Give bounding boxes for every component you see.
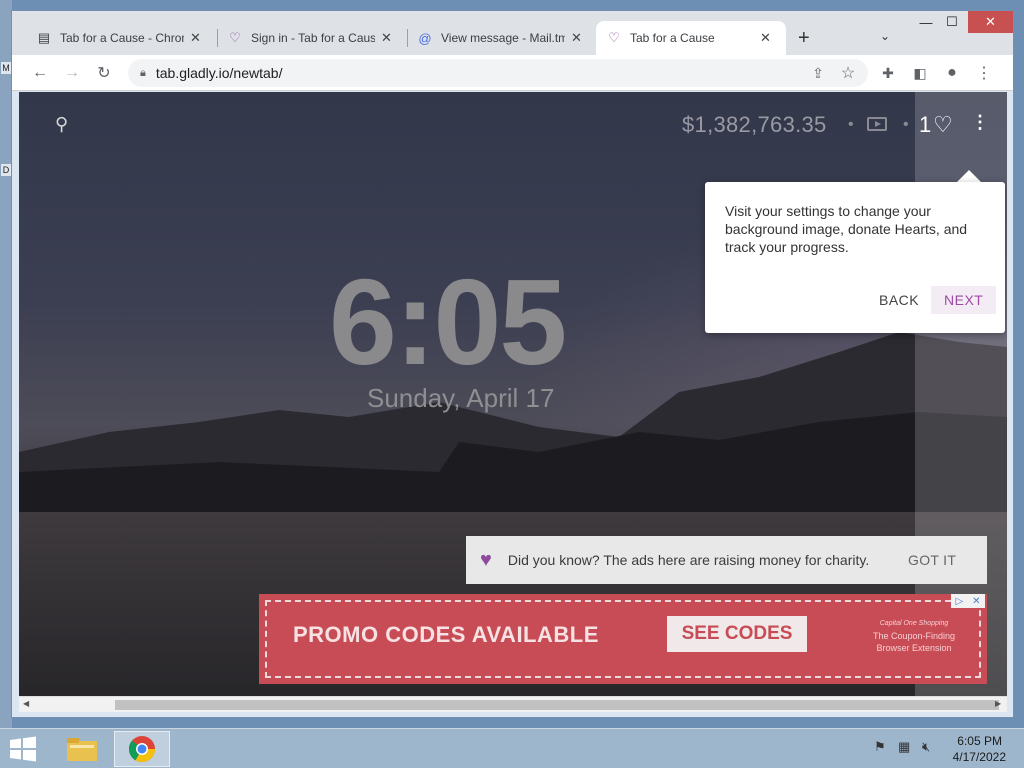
profile-avatar-icon[interactable]: ●: [942, 63, 962, 83]
taskbar-clock-time[interactable]: 6:05 PM: [956, 734, 1002, 748]
tab-close-icon[interactable]: ✕: [381, 30, 392, 46]
tab-for-a-cause-favicon-icon: ♡: [608, 30, 620, 45]
browser-toolbar: ← → ↻ 🔒︎ tab.gladly.io/newtab/ ⇪ ☆ ✚ ◧ ●…: [12, 55, 1013, 91]
forward-arrow-icon[interactable]: →: [62, 63, 82, 83]
ad-brand-block[interactable]: Capital One Shopping The Coupon-Finding …: [869, 618, 959, 654]
tab-close-icon[interactable]: ✕: [190, 30, 201, 46]
separator-dot: •: [848, 116, 854, 133]
extensions-puzzle-icon[interactable]: ✚: [878, 63, 898, 83]
settings-menu-icon[interactable]: ⋮: [971, 112, 989, 133]
share-icon[interactable]: ⇪: [808, 63, 828, 83]
network-icon[interactable]: ▦: [898, 739, 910, 755]
heart-filled-icon: ♥: [480, 548, 492, 571]
tab-view-message[interactable]: @ View message - Mail.tm ✕: [407, 21, 592, 55]
ad-tagline: The Coupon-Finding Browser Extension: [872, 631, 956, 653]
tab-close-icon[interactable]: ✕: [571, 30, 582, 46]
money-raised-counter[interactable]: $1,382,763.35: [682, 112, 827, 138]
ad-choices-icon[interactable]: ▷ ✕: [951, 594, 985, 608]
horizontal-scrollbar[interactable]: ◀ ▶: [19, 696, 1007, 712]
side-panel-icon[interactable]: ◧: [910, 63, 930, 83]
tab-title: Tab for a Cause - Chrom: [60, 31, 184, 45]
clock-date: Sunday, April 17: [367, 383, 555, 413]
charity-notice-banner: ♥ Did you know? The ads here are raising…: [466, 536, 987, 584]
new-tab-button[interactable]: +: [798, 27, 810, 50]
browser-window: ▤ Tab for a Cause - Chrom ✕ ♡ Sign in - …: [11, 10, 1014, 718]
clock-time: 6:05: [329, 254, 567, 390]
mail-at-favicon-icon: @: [418, 30, 432, 46]
minimize-button[interactable]: —: [912, 11, 940, 33]
page-viewport: ⚲ $1,382,763.35 • • 1 ♡ ⋮ 6:05 Sunday, A…: [19, 92, 1007, 696]
tooltip-back-button[interactable]: BACK: [867, 286, 931, 314]
advertisement-banner[interactable]: PROMO CODES AVAILABLE SEE CODES Capital …: [259, 594, 987, 684]
tab-close-icon[interactable]: ✕: [760, 30, 771, 46]
tab-title: Sign in - Tab for a Caus: [251, 31, 375, 45]
chrome-taskbar-icon[interactable]: [114, 731, 170, 767]
heart-icon[interactable]: ♡: [933, 112, 953, 138]
scroll-right-arrow-icon[interactable]: ▶: [995, 699, 1001, 708]
got-it-button[interactable]: GOT IT: [908, 552, 956, 568]
notice-text: Did you know? The ads here are raising m…: [507, 552, 870, 568]
maximize-button[interactable]: ☐: [938, 11, 966, 33]
bookmark-star-icon[interactable]: ☆: [838, 63, 858, 83]
tooltip-next-button[interactable]: NEXT: [931, 286, 997, 314]
scrollbar-thumb[interactable]: [115, 700, 999, 710]
search-icon[interactable]: ⚲: [55, 114, 68, 135]
windows-start-icon[interactable]: [8, 735, 38, 763]
action-center-flag-icon[interactable]: ⚑: [874, 739, 886, 755]
url-text: tab.gladly.io/newtab/: [155, 65, 283, 81]
tab-tab-for-a-cause-chrome[interactable]: ▤ Tab for a Cause - Chrom ✕: [26, 21, 211, 55]
video-icon[interactable]: [867, 117, 887, 131]
file-explorer-folder-icon[interactable]: [54, 731, 110, 767]
chrome-menu-icon[interactable]: ⋮: [974, 63, 994, 83]
address-bar[interactable]: 🔒︎ tab.gladly.io/newtab/: [128, 59, 868, 87]
desktop-icon-label[interactable]: D: [1, 164, 11, 176]
volume-muted-icon[interactable]: 🔇︎: [922, 739, 930, 755]
tab-title: Tab for a Cause: [630, 31, 715, 45]
tab-sign-in[interactable]: ♡ Sign in - Tab for a Caus ✕: [217, 21, 402, 55]
tab-strip: ▤ Tab for a Cause - Chrom ✕ ♡ Sign in - …: [12, 11, 1013, 55]
close-window-button[interactable]: ✕: [968, 11, 1013, 33]
windows-taskbar: ⚑ ▦ 🔇︎ 6:05 PM 4/17/2022: [0, 728, 1024, 768]
back-arrow-icon[interactable]: ←: [30, 63, 50, 83]
taskbar-clock-date[interactable]: 4/17/2022: [948, 750, 1006, 764]
scroll-left-arrow-icon[interactable]: ◀: [23, 699, 29, 708]
lock-icon[interactable]: 🔒︎: [140, 67, 146, 80]
tab-active-tab-for-a-cause[interactable]: ♡ Tab for a Cause ✕: [596, 21, 786, 55]
separator-dot: •: [903, 116, 909, 133]
ad-see-codes-button[interactable]: SEE CODES: [667, 616, 807, 652]
extension-favicon-icon: ▤: [37, 30, 51, 45]
ad-brand-line: Capital One Shopping: [879, 620, 949, 627]
ad-headline[interactable]: PROMO CODES AVAILABLE: [293, 622, 599, 648]
hearts-count[interactable]: 1: [919, 112, 931, 138]
tab-title: View message - Mail.tm: [441, 31, 565, 45]
onboarding-tooltip: Visit your settings to change your backg…: [705, 182, 1005, 333]
reload-icon[interactable]: ↻: [94, 63, 114, 83]
tab-search-chevron-icon[interactable]: ⌄: [880, 29, 890, 43]
desktop-icon-label[interactable]: M: [1, 62, 11, 74]
tooltip-text: Visit your settings to change your backg…: [725, 203, 968, 255]
tab-for-a-cause-favicon-icon: ♡: [229, 30, 241, 45]
